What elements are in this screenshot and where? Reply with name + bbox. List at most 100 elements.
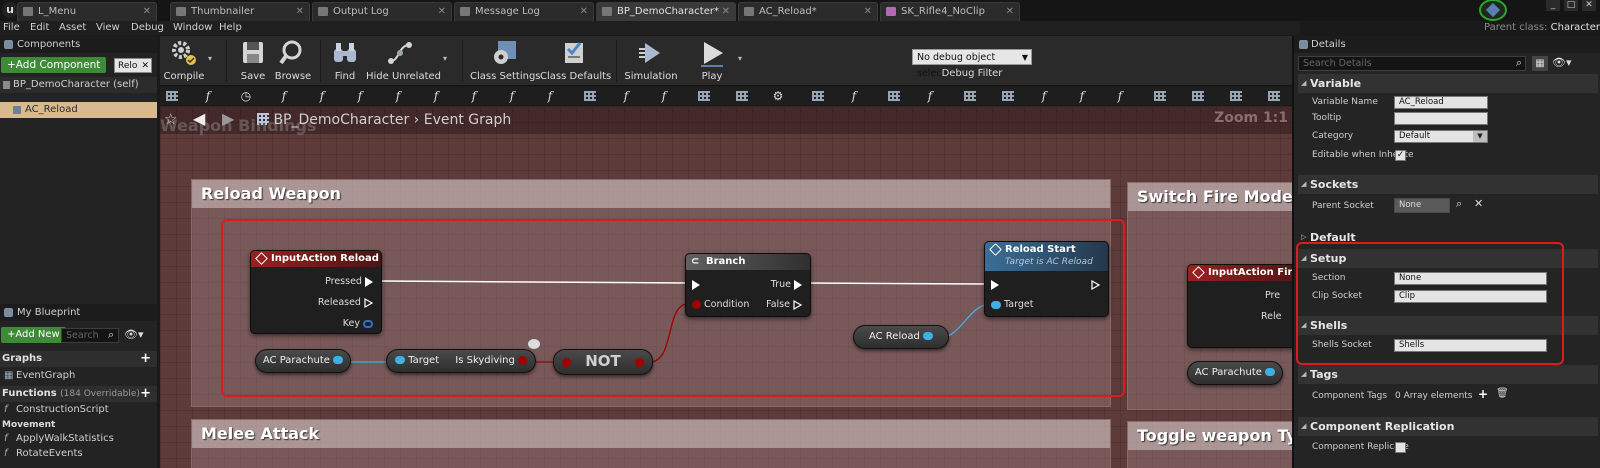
- grid-icon[interactable]: [736, 91, 748, 101]
- function-icon[interactable]: f: [390, 88, 406, 104]
- tab-message-log[interactable]: Message Log ✕: [454, 2, 594, 21]
- tab-sk-rifle[interactable]: SK_Rifle4_NoClip ✕: [880, 2, 1020, 21]
- grid-icon[interactable]: [1002, 91, 1014, 101]
- close-window-icon[interactable]: ✕: [1582, 0, 1596, 11]
- gear-icon[interactable]: ⚙: [770, 88, 786, 104]
- class-settings-button[interactable]: Class Settings: [470, 36, 541, 86]
- section-sockets[interactable]: ◢ Sockets: [1298, 175, 1598, 194]
- grid-icon[interactable]: [1154, 91, 1166, 101]
- tab-output-log[interactable]: Output Log ✕: [312, 2, 452, 21]
- tab-ac-reload[interactable]: AC_Reload* ✕: [738, 2, 878, 21]
- menu-help[interactable]: Help: [219, 21, 242, 35]
- menu-file[interactable]: File: [3, 21, 20, 35]
- tab-bp-democharacter[interactable]: BP_DemoCharacter* ✕: [596, 2, 736, 21]
- add-element-icon[interactable]: +: [1478, 387, 1488, 401]
- category-movement[interactable]: Movement: [2, 419, 55, 431]
- object-pin-icon[interactable]: [1265, 368, 1276, 376]
- source-control-icon[interactable]: [1479, 0, 1507, 21]
- grid-icon[interactable]: [1192, 91, 1204, 101]
- grid-icon[interactable]: [964, 91, 976, 101]
- tooltip-field[interactable]: [1394, 112, 1488, 125]
- editable-inherited-checkbox[interactable]: ✓: [1395, 150, 1406, 161]
- function-icon[interactable]: f: [618, 88, 634, 104]
- add-component-button[interactable]: +Add Component: [1, 57, 107, 73]
- close-icon[interactable]: ✕: [296, 3, 304, 20]
- find-button[interactable]: Find: [326, 36, 364, 86]
- component-self-row[interactable]: BP_DemoCharacter (self): [0, 77, 157, 93]
- simulation-button[interactable]: Simulation: [624, 36, 678, 86]
- grid-icon[interactable]: [166, 91, 178, 101]
- function-icon[interactable]: f: [542, 88, 558, 104]
- close-icon[interactable]: ✕: [1006, 3, 1014, 20]
- minimize-icon[interactable]: _: [1546, 0, 1560, 11]
- grid-icon[interactable]: [888, 91, 900, 101]
- hide-unrelated-button[interactable]: Hide Unrelated: [366, 36, 441, 86]
- close-icon[interactable]: ✕: [580, 3, 588, 20]
- function-icon[interactable]: f: [352, 88, 368, 104]
- event-graph-item[interactable]: ▦ EventGraph: [0, 369, 157, 383]
- add-new-button[interactable]: +Add New: [1, 327, 66, 343]
- trash-icon[interactable]: 🗑: [1496, 388, 1509, 399]
- section-component-replication[interactable]: ◢ Component Replication: [1298, 417, 1598, 436]
- grid-icon[interactable]: [698, 91, 710, 101]
- event-graph-canvas[interactable]: Weapon Bindings ☆ ◀ ▶ BP_DemoCharacter ›…: [160, 106, 1292, 468]
- compile-options-icon[interactable]: ▾: [208, 54, 212, 63]
- play-button[interactable]: Play: [692, 36, 732, 86]
- unreal-logo-icon[interactable]: u: [2, 2, 18, 18]
- details-search-input[interactable]: Search Details ⌕: [1298, 56, 1526, 71]
- function-icon[interactable]: f: [846, 88, 862, 104]
- function-icon[interactable]: f: [314, 88, 330, 104]
- function-icon[interactable]: f: [276, 88, 292, 104]
- search-icon[interactable]: ⌕: [1456, 197, 1462, 211]
- components-search-input[interactable]: Relo ✕: [114, 58, 152, 73]
- tab-l-menu[interactable]: L_Menu ✕: [17, 2, 157, 21]
- clear-icon[interactable]: ✕: [141, 59, 149, 73]
- grid-icon[interactable]: [1268, 91, 1280, 101]
- menu-edit[interactable]: Edit: [30, 21, 49, 35]
- close-icon[interactable]: ✕: [722, 3, 730, 20]
- hide-options-icon[interactable]: ▾: [443, 54, 447, 63]
- tab-thumbnailer[interactable]: Thumbnailer ✕: [170, 2, 310, 21]
- browse-button[interactable]: Browse: [272, 36, 314, 86]
- function-icon[interactable]: f: [504, 88, 520, 104]
- graphs-section[interactable]: Graphs +: [0, 351, 157, 367]
- search-icon[interactable]: ⌕: [108, 328, 114, 342]
- pin-pressed[interactable]: Pre: [1265, 290, 1280, 302]
- function-icon[interactable]: f: [428, 88, 444, 104]
- menu-asset[interactable]: Asset: [59, 21, 86, 35]
- variable-name-field[interactable]: AC_Reload: [1394, 96, 1488, 109]
- function-icon[interactable]: f: [1112, 88, 1128, 104]
- clock-icon[interactable]: ◷: [238, 88, 254, 104]
- rotate-events-item[interactable]: f RotateEvents: [0, 447, 157, 461]
- save-button[interactable]: Save: [234, 36, 272, 86]
- category-select[interactable]: Default ▼: [1394, 130, 1488, 143]
- add-function-icon[interactable]: +: [140, 386, 151, 402]
- node-ac-parachute-2[interactable]: AC Parachute: [1187, 361, 1283, 385]
- function-icon[interactable]: f: [656, 88, 672, 104]
- compile-button[interactable]: Compile: [162, 36, 206, 86]
- component-ac-reload[interactable]: AC_Reload: [0, 102, 157, 118]
- menu-window[interactable]: Window: [173, 21, 212, 35]
- class-defaults-button[interactable]: Class Defaults: [540, 36, 611, 86]
- function-icon[interactable]: f: [466, 88, 482, 104]
- close-icon[interactable]: ✕: [864, 3, 872, 20]
- view-options-icon[interactable]: 👁▾: [1552, 56, 1572, 69]
- function-icon[interactable]: f: [922, 88, 938, 104]
- functions-section[interactable]: Functions (184 Overridable) +: [0, 386, 157, 402]
- function-icon[interactable]: f: [1036, 88, 1052, 104]
- close-icon[interactable]: ✕: [143, 3, 151, 20]
- function-icon[interactable]: f: [200, 88, 216, 104]
- grid-icon[interactable]: [1230, 91, 1242, 101]
- apply-walk-statistics-item[interactable]: f ApplyWalkStatistics: [0, 432, 157, 446]
- section-tags[interactable]: ◢ Tags: [1298, 365, 1598, 384]
- construction-script-item[interactable]: f ConstructionScript: [0, 403, 157, 417]
- menu-view[interactable]: View: [96, 21, 120, 35]
- node-inputaction-firemode[interactable]: InputAction FireMo Pre Rele: [1187, 264, 1292, 348]
- grid-icon[interactable]: [584, 91, 596, 101]
- section-variable[interactable]: ◢ Variable: [1298, 74, 1598, 93]
- pin-released[interactable]: Rele: [1261, 311, 1282, 323]
- component-replicates-checkbox[interactable]: [1395, 442, 1406, 453]
- property-matrix-icon[interactable]: ▦: [1532, 56, 1548, 71]
- add-graph-icon[interactable]: +: [140, 351, 151, 367]
- menu-debug[interactable]: Debug: [131, 21, 164, 35]
